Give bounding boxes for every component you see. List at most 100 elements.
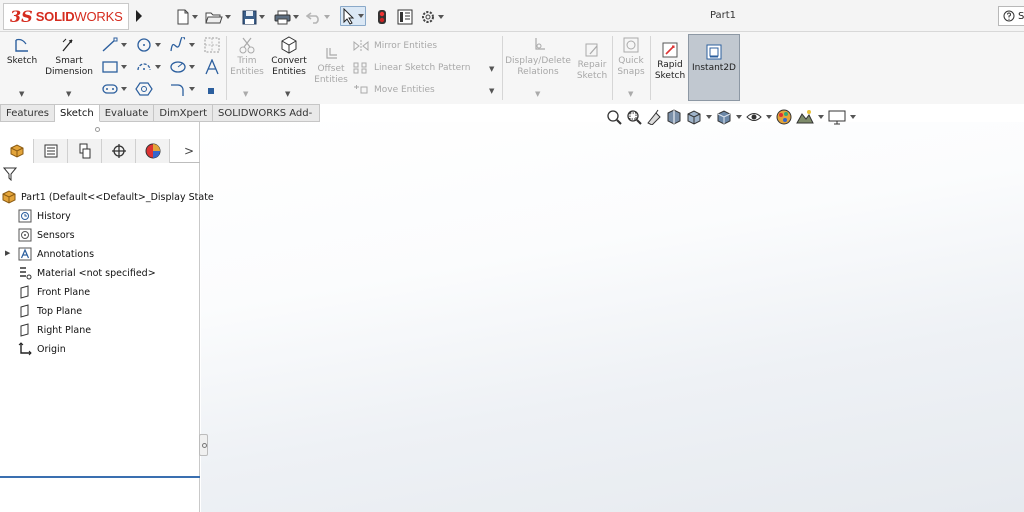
- print-button[interactable]: [274, 7, 299, 27]
- tab-evaluate[interactable]: Evaluate: [99, 104, 155, 122]
- ribbon-separator: [650, 36, 651, 100]
- linear-sketch-pattern-button[interactable]: Linear Sketch Pattern: [353, 62, 470, 74]
- chevron-down-icon[interactable]: [706, 115, 712, 119]
- tab-solidworks-add-ins[interactable]: SOLIDWORKS Add-Ins: [213, 104, 320, 136]
- tree-filter[interactable]: [2, 167, 18, 184]
- tree-item-right-plane[interactable]: Right Plane: [17, 321, 91, 339]
- relations-dropdown-caret[interactable]: ▼: [535, 90, 540, 98]
- help-search-box[interactable]: S: [998, 6, 1024, 26]
- smart-dimension-button[interactable]: Smart Dimension: [44, 36, 94, 78]
- instant2d-button[interactable]: Instant2D: [688, 34, 740, 101]
- quick-snaps-button[interactable]: Quick Snaps: [614, 36, 648, 78]
- chevron-down-icon: [189, 65, 195, 69]
- circle-tool[interactable]: [135, 37, 161, 53]
- spline-tool[interactable]: [169, 37, 195, 53]
- polygon-tool[interactable]: [135, 81, 153, 97]
- offset-entities-button[interactable]: Offset Entities: [312, 46, 350, 86]
- tab-sketch[interactable]: Sketch: [55, 104, 100, 122]
- sketch-dropdown-caret[interactable]: ▼: [19, 90, 24, 98]
- rectangle-tool[interactable]: [101, 59, 127, 75]
- print-icon: [274, 10, 291, 24]
- display-style-icon[interactable]: [716, 109, 732, 125]
- tab-features[interactable]: Features: [0, 104, 55, 122]
- save-button[interactable]: [242, 7, 265, 27]
- previous-view-icon[interactable]: [646, 109, 662, 125]
- zoom-to-area-icon[interactable]: [626, 109, 642, 125]
- zoom-to-fit-icon[interactable]: [606, 109, 622, 125]
- menu-flyout-arrow-icon[interactable]: [134, 8, 144, 24]
- ellipse-icon: [170, 61, 186, 73]
- slot-tool[interactable]: [101, 81, 127, 97]
- apply-scene-icon[interactable]: [796, 109, 814, 125]
- new-document-icon: [177, 9, 189, 25]
- trim-dropdown-caret[interactable]: ▼: [243, 90, 248, 98]
- chevron-down-icon[interactable]: [736, 115, 742, 119]
- sketch-icon: [15, 38, 28, 52]
- point-tool[interactable]: [207, 87, 215, 95]
- chevron-down-icon: [358, 14, 364, 18]
- line-tool[interactable]: [101, 37, 127, 53]
- repair-sketch-button[interactable]: Repair Sketch: [574, 42, 610, 82]
- fillet-tool[interactable]: [169, 81, 195, 97]
- file-properties-button[interactable]: [397, 7, 413, 27]
- convert-dropdown-caret[interactable]: ▼: [285, 90, 290, 98]
- tree-item-top-plane[interactable]: Top Plane: [17, 302, 82, 320]
- ribbon-separator: [226, 36, 227, 100]
- tab-dimxpert-manager[interactable]: [102, 139, 136, 163]
- tab-feature-manager[interactable]: [0, 139, 34, 163]
- select-button[interactable]: [340, 6, 366, 26]
- hide-show-items-icon[interactable]: [746, 109, 762, 125]
- panel-splitter-handle[interactable]: [199, 434, 208, 456]
- tree-root-part[interactable]: Part1 (Default<<Default>_Display State: [1, 188, 214, 206]
- plane-icon: [17, 322, 33, 338]
- panel-rollback-bar[interactable]: [0, 476, 200, 478]
- pattern-dropdown-caret[interactable]: ▼: [489, 65, 494, 73]
- slot-icon: [102, 84, 118, 94]
- rapid-sketch-button[interactable]: Rapid Sketch: [652, 42, 688, 82]
- edit-appearance-icon[interactable]: [776, 109, 792, 125]
- section-view-icon[interactable]: [666, 109, 682, 125]
- feature-manager-icon: [10, 144, 23, 158]
- tree-item-sensors[interactable]: Sensors: [17, 226, 75, 244]
- convert-entities-button[interactable]: Convert Entities: [268, 36, 310, 78]
- open-button[interactable]: [205, 7, 231, 27]
- text-tool[interactable]: [204, 59, 220, 75]
- chevron-down-icon[interactable]: [850, 115, 856, 119]
- smart-dimension-dropdown-caret[interactable]: ▼: [66, 90, 71, 98]
- chevron-down-icon[interactable]: [818, 115, 824, 119]
- new-document-button[interactable]: [176, 7, 198, 27]
- rebuild-icon: [378, 10, 386, 24]
- rebuild-button[interactable]: [377, 7, 387, 27]
- display-delete-relations-button[interactable]: Display/Delete Relations: [505, 36, 571, 78]
- tab-dimxpert[interactable]: DimXpert: [154, 104, 213, 122]
- view-orientation-icon[interactable]: [686, 109, 702, 125]
- grid-dashed-icon: [204, 37, 220, 53]
- view-settings-icon[interactable]: [828, 109, 846, 125]
- more-tabs-arrow[interactable]: >: [170, 139, 200, 162]
- snaps-dropdown-caret[interactable]: ▼: [628, 90, 633, 98]
- ellipse-tool[interactable]: [169, 59, 195, 75]
- heads-up-view-toolbar: [606, 107, 856, 127]
- tree-item-material[interactable]: Material <not specified>: [17, 264, 156, 282]
- tab-configuration-manager[interactable]: [68, 139, 102, 163]
- options-button[interactable]: [420, 7, 444, 27]
- tree-item-origin[interactable]: Origin: [17, 340, 66, 358]
- tree-item-history[interactable]: History: [17, 207, 71, 225]
- tab-property-manager[interactable]: [34, 139, 68, 163]
- graphics-area[interactable]: [201, 122, 1024, 512]
- trim-entities-button[interactable]: Trim Entities: [229, 36, 265, 78]
- tab-display-manager[interactable]: [136, 139, 170, 163]
- construction-geometry-tool[interactable]: [204, 37, 220, 53]
- undo-button[interactable]: [306, 7, 330, 27]
- tree-item-annotations[interactable]: Annotations: [17, 245, 94, 263]
- chevron-down-icon[interactable]: [766, 115, 772, 119]
- move-entities-button[interactable]: Move Entities: [353, 84, 435, 96]
- sketch-button[interactable]: Sketch: [5, 36, 39, 67]
- tree-item-front-plane[interactable]: Front Plane: [17, 283, 90, 301]
- solidworks-logo[interactable]: 3S SOLIDWORKS: [3, 3, 129, 30]
- mirror-entities-button[interactable]: Mirror Entities: [353, 40, 437, 52]
- panel-grip-handle[interactable]: [95, 127, 100, 132]
- arc-tool[interactable]: [135, 59, 161, 75]
- move-dropdown-caret[interactable]: ▼: [489, 87, 494, 95]
- annotations-expander[interactable]: ▶: [5, 249, 10, 257]
